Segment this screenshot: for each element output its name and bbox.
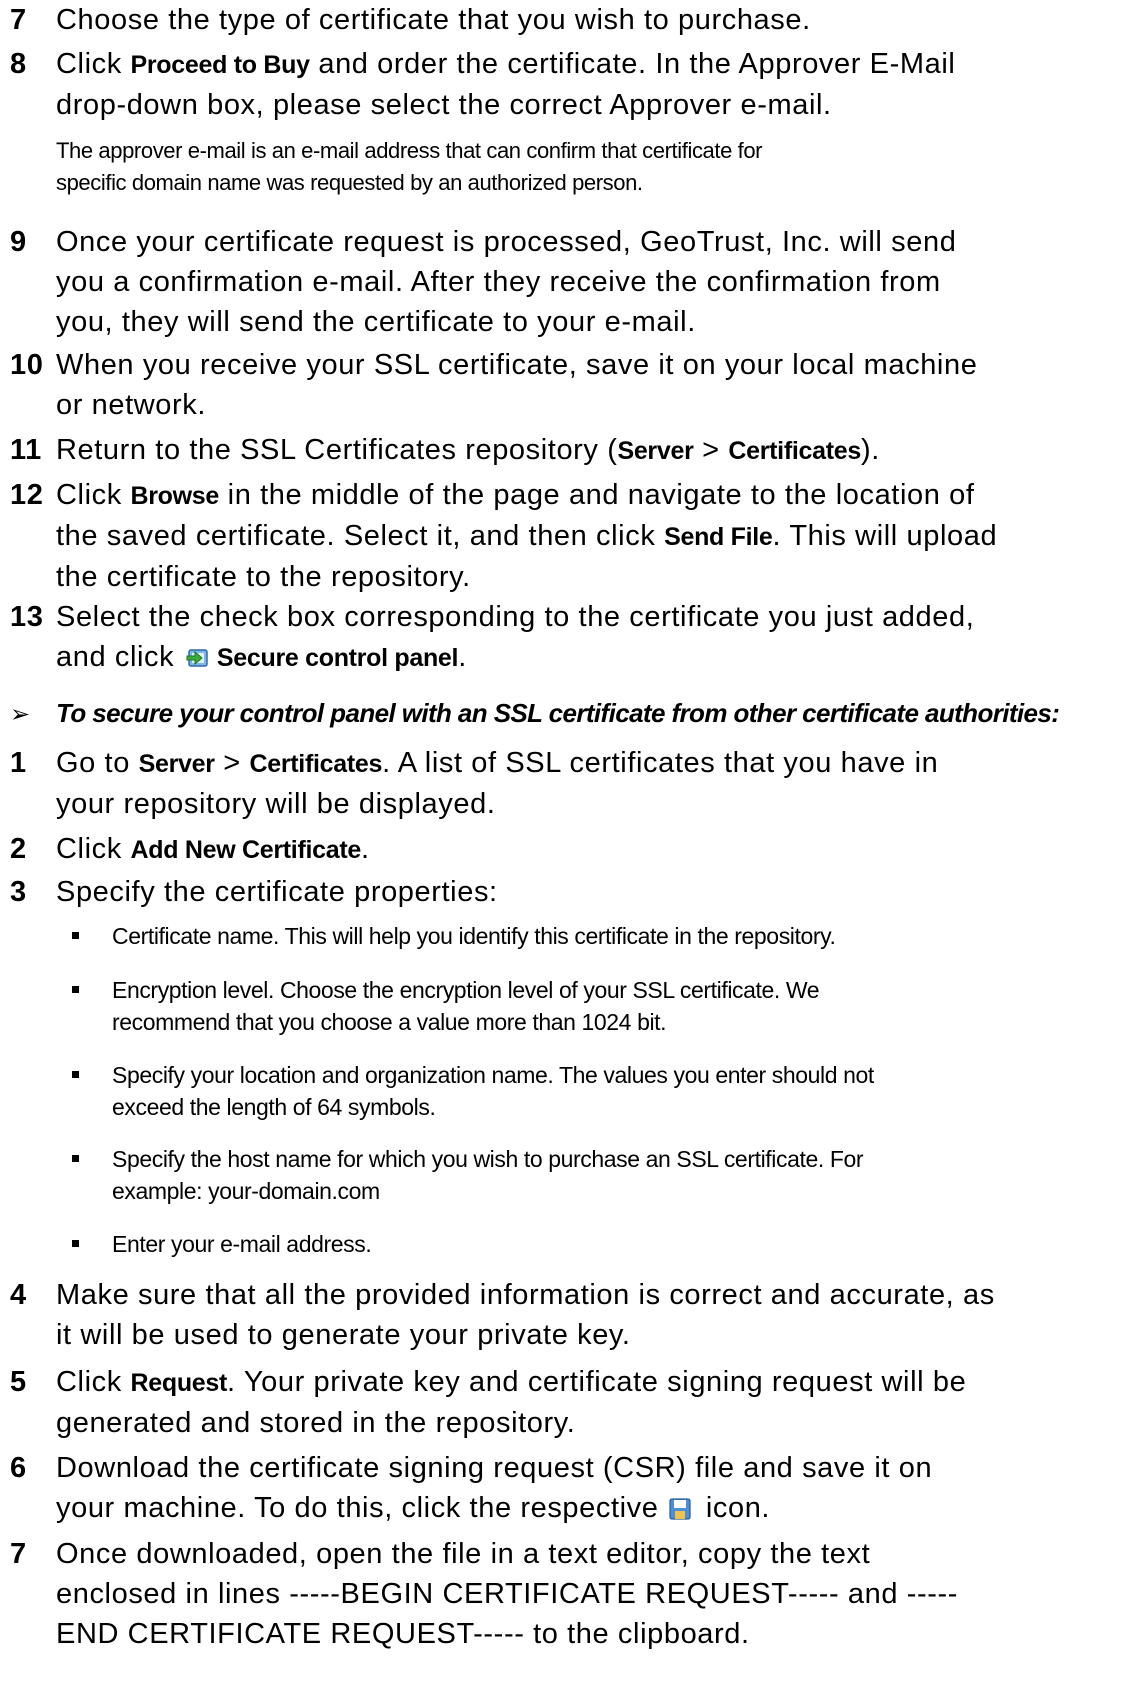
section-heading: ➢ To secure your control panel with an SS…: [10, 698, 1060, 728]
step-9: 9 Once your certificate request is proces…: [10, 226, 957, 338]
bullet-host-name: Specify the host name for which you wish…: [72, 1143, 864, 1207]
step-b2: 2 Click Add New Certificate.: [10, 833, 370, 865]
approver-note: The approver e-mail is an e-mail address…: [56, 138, 763, 195]
bullet-email: Enter your e-mail address.: [72, 1228, 372, 1260]
step-b6: 6 Download the certificate signing reques…: [10, 1448, 932, 1532]
step-b5: 5 Click Request. Your private key and cer…: [10, 1366, 967, 1439]
bullet-encryption-level: Encryption level. Choose the encryption …: [72, 974, 820, 1038]
document-page: 7 Choose the type of certificate that you…: [0, 0, 1145, 1703]
step-b7: 7 Once downloaded, open the file in a tex…: [10, 1538, 959, 1650]
square-bullet-icon: [72, 1071, 79, 1078]
step-7: 7 Choose the type of certificate that you…: [10, 4, 811, 36]
step-10: 10 When you receive your SSL certificate,…: [10, 349, 978, 421]
square-bullet-icon: [72, 1240, 79, 1247]
step-8: 8 Click Proceed to Buy and order the cert…: [10, 48, 956, 121]
bullet-certificate-name: Certificate name. This will help you ide…: [72, 920, 836, 952]
square-bullet-icon: [72, 932, 79, 939]
step-b1: 1 Go to Server > Certificates. A list of …: [10, 747, 939, 820]
step-12: 12 Click Browse in the middle of the page…: [10, 479, 998, 593]
secure-panel-icon: [185, 641, 211, 681]
bullet-location: Specify your location and organization n…: [72, 1059, 874, 1123]
square-bullet-icon: [72, 986, 79, 993]
save-icon: [669, 1492, 691, 1532]
step-13: 13 Select the check box corresponding to …: [10, 597, 974, 681]
step-b4: 4 Make sure that all the provided informa…: [10, 1279, 995, 1351]
step-11: 11 Return to the SSL Certificates reposit…: [10, 434, 880, 466]
square-bullet-icon: [72, 1155, 79, 1162]
arrow-bullet-icon: ➢: [10, 701, 30, 728]
step-b3: 3 Specify the certificate properties:: [10, 876, 498, 908]
